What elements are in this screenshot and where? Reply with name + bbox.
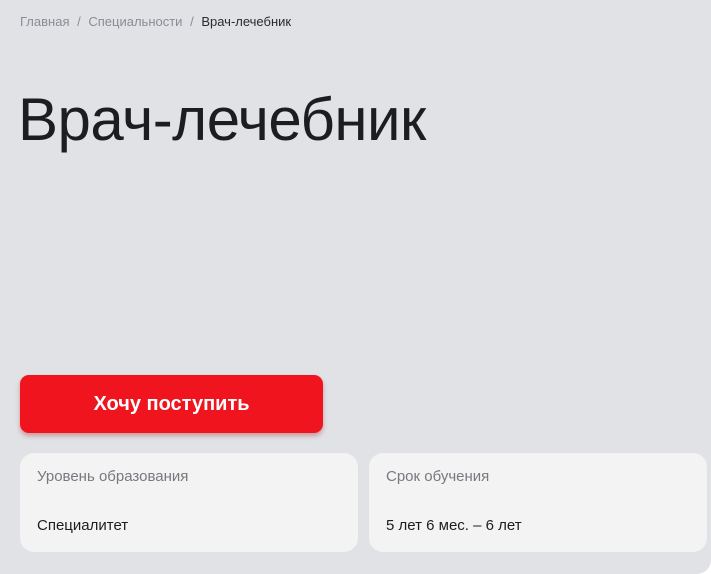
apply-button[interactable]: Хочу поступить — [20, 375, 323, 433]
page-title: Врач-лечебник — [18, 86, 426, 153]
education-level-value: Специалитет — [37, 517, 129, 534]
breadcrumb-separator: / — [190, 14, 194, 29]
breadcrumb-link-specialties[interactable]: Специальности — [88, 14, 182, 29]
study-duration-value: 5 лет 6 мес. – 6 лет — [386, 517, 522, 534]
education-level-label: Уровень образования — [37, 468, 189, 485]
breadcrumb: Главная / Специальности / Врач-лечебник — [20, 14, 291, 30]
education-level-card: Уровень образования Специалитет — [20, 453, 358, 552]
study-duration-label: Срок обучения — [386, 468, 490, 485]
breadcrumb-separator: / — [77, 14, 81, 29]
breadcrumb-current: Врач-лечебник — [201, 14, 292, 29]
study-duration-card: Срок обучения 5 лет 6 мес. – 6 лет — [369, 453, 707, 552]
breadcrumb-link-home[interactable]: Главная — [20, 14, 69, 29]
specialty-page: Главная / Специальности / Врач-лечебник … — [0, 0, 711, 574]
